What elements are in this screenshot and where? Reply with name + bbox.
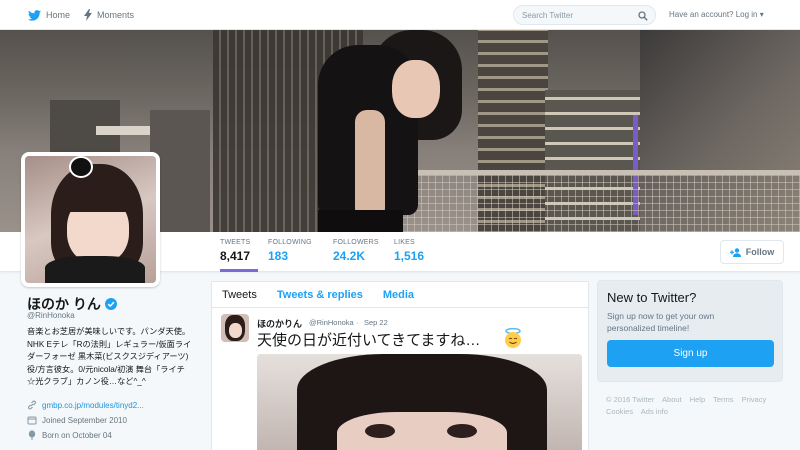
calendar-icon (27, 416, 37, 425)
profile-handle[interactable]: @RinHonoka (27, 311, 75, 320)
footer-link-ads-info[interactable]: Ads info (641, 407, 668, 416)
joined-text: Joined September 2010 (42, 415, 127, 425)
nav-moments-label: Moments (97, 10, 135, 20)
search-icon[interactable] (638, 11, 648, 21)
avatar-bangs (63, 184, 133, 212)
search-box[interactable] (513, 5, 656, 25)
bio-line: ☆光クラブ」カノン役…など^_^ (27, 377, 146, 387)
profile-bio: 音楽とお芝居が美味しいです。パンダ天使。 NHK Eテレ「Rの法則」レギュラー/… (27, 326, 197, 389)
nav-home[interactable]: Home (28, 0, 70, 30)
footer-link-help[interactable]: Help (690, 395, 705, 404)
tweet-author-handle[interactable]: @RinHonoka (309, 318, 354, 327)
bio-line: 役/方言彼女。0/元nicola/初演 舞台「ライチ (27, 364, 185, 374)
media-eye (447, 424, 477, 438)
tweet[interactable]: ほのかりん @RinHonoka · Sep 22 天使の日が近付いてきてますね… (212, 308, 588, 450)
link-icon (28, 400, 36, 410)
signup-subtitle: Sign up now to get your own personalized… (607, 311, 715, 333)
profile-birthday: Born on October 04 (27, 430, 112, 440)
tweet-text: 天使の日が近付いてきてますね… (257, 332, 481, 349)
add-user-icon (729, 247, 741, 257)
profile-avatar[interactable] (21, 152, 160, 287)
website-link-text[interactable]: gmbp.co.jp/modules/tinyd2... (42, 401, 144, 410)
media-eye (365, 424, 395, 438)
signup-module: New to Twitter? Sign up now to get your … (597, 280, 783, 382)
twitter-bird-icon (28, 9, 41, 21)
profile-website[interactable]: gmbp.co.jp/modules/tinyd2... (27, 400, 144, 410)
born-text: Born on October 04 (42, 430, 112, 440)
caret-down-icon: ▾ (759, 10, 764, 19)
stat-value: 8,417 (220, 249, 251, 263)
tab-tweets[interactable]: Tweets (212, 289, 267, 301)
follow-button[interactable]: Follow (720, 240, 784, 264)
stat-label: FOLLOWING (268, 239, 312, 246)
bolt-icon (84, 9, 92, 21)
bio-line: NHK Eテレ「Rの法則」レギュラー/仮面ライ (27, 339, 192, 349)
banner-person-legs (318, 210, 403, 232)
banner-person-arm (355, 110, 385, 220)
search-input[interactable] (522, 10, 632, 20)
tweet-avatar-face (229, 323, 242, 338)
tweet-avatar[interactable] (221, 314, 249, 342)
top-navigation-bar: Home Moments Have an account? Log in ▾ (0, 0, 800, 30)
tab-media[interactable]: Media (373, 289, 424, 301)
banner-person-face (392, 60, 440, 118)
profile-joined: Joined September 2010 (27, 415, 127, 425)
stat-followers[interactable]: FOLLOWERS 24.2K (333, 239, 383, 272)
stat-likes[interactable]: LIKES 1,516 (394, 239, 434, 272)
avatar-hair-accessory (69, 156, 93, 178)
tweet-media-image[interactable] (257, 354, 582, 450)
nav-moments[interactable]: Moments (84, 0, 134, 30)
timeline-tabs: Tweets Tweets & replies Media (212, 282, 588, 308)
bio-line: 音楽とお芝居が美味しいです。パンダ天使。 (27, 327, 191, 336)
tweet-date[interactable]: Sep 22 (364, 318, 388, 327)
footer-link-terms[interactable]: Terms (713, 395, 733, 404)
signup-title: New to Twitter? (607, 290, 697, 305)
footer-link-privacy[interactable]: Privacy (742, 395, 767, 404)
stat-label: LIKES (394, 239, 415, 246)
balloon-icon (28, 430, 36, 440)
login-link[interactable]: Have an account? Log in ▾ (669, 10, 764, 19)
footer-link-cookies[interactable]: Cookies (606, 407, 633, 416)
timeline-panel: Tweets Tweets & replies Media ほのかりん @Rin… (211, 281, 589, 450)
footer-links: © 2016 Twitter About Help Terms Privacy … (606, 394, 786, 418)
verified-badge-icon (104, 298, 117, 310)
bio-line: ダーフォーゼ 黒木菜(ビスクスジディアーツ) (27, 352, 189, 362)
signup-button[interactable]: Sign up (607, 340, 774, 367)
tab-tweets-replies[interactable]: Tweets & replies (267, 289, 373, 301)
stat-tweets[interactable]: TWEETS 8,417 (220, 239, 258, 272)
stat-value: 183 (268, 249, 289, 263)
stat-value: 1,516 (394, 249, 425, 263)
banner-fence (400, 175, 800, 232)
banner-sign (96, 126, 150, 135)
tweet-separator: · (356, 318, 359, 327)
stat-label: FOLLOWERS (333, 239, 379, 246)
stat-following[interactable]: FOLLOWING 183 (268, 239, 314, 272)
footer-link-about[interactable]: About (662, 395, 682, 404)
media-face (337, 412, 507, 450)
stat-label: TWEETS (220, 239, 251, 246)
follow-label: Follow (745, 247, 775, 257)
stat-value: 24.2K (333, 249, 366, 263)
login-label: Have an account? Log in (669, 10, 758, 19)
angel-emoji-icon (505, 327, 521, 348)
nav-home-label: Home (46, 10, 71, 20)
avatar-body (45, 256, 145, 283)
footer-copyright: © 2016 Twitter (606, 395, 655, 404)
